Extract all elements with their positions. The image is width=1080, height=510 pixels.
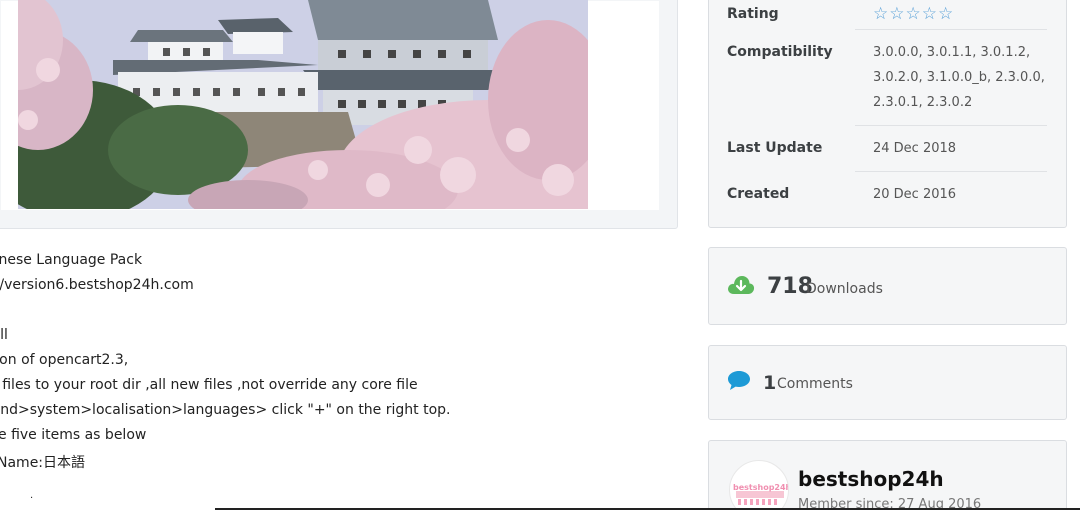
divider [855,171,1047,172]
compatibility-line: 3.0.2.0, 3.1.0.0_b, 2.3.0.0, [873,70,1045,85]
comment-icon [727,370,751,396]
comments-count: 1 [763,372,777,394]
divider [855,125,1047,126]
author-name[interactable]: bestshop24h [798,467,944,491]
created-value: 20 Dec 2016 [873,187,957,202]
description-line: kend>system>localisation>languages> clic… [0,402,451,418]
last-update-value: 24 Dec 2018 [873,141,957,156]
compatibility-label: Compatibility [727,44,833,60]
downloads-label: Downloads [806,281,883,297]
compatibility-value: 3.0.0.0, 3.0.1.1, 3.0.1.2, 3.0.2.0, 3.1.… [873,40,1053,115]
rating-label: Rating [727,6,779,22]
description-line: tall [0,327,8,343]
created-label: Created [727,186,790,202]
description-line: sion of opencart2.3, [0,352,129,368]
product-image[interactable] [18,0,588,209]
rating-stars[interactable]: ☆☆☆☆☆ [873,4,954,24]
last-update-label: Last Update [727,140,823,156]
avatar[interactable]: bestshop24h [729,460,789,510]
description-line: ll files to your root dir ,all new files… [0,377,418,393]
description-line: Name:日本語 [0,455,86,471]
cloud-download-icon [727,274,755,300]
avatar-logo-text: bestshop24h [733,483,789,492]
downloads-panel: 718 Downloads [708,247,1067,325]
compatibility-line: 2.3.0.1, 2.3.0.2 [873,95,973,110]
description-line: panese Language Pack [0,252,143,268]
description-cut-off-marker: . [30,490,34,501]
comments-label[interactable]: Comments [777,376,853,392]
compatibility-line: 3.0.0.0, 3.0.1.1, 3.0.1.2, [873,45,1031,60]
extension-info-panel: Rating ☆☆☆☆☆ Compatibility 3.0.0.0, 3.0.… [708,0,1067,228]
description-line: ://version6.bestshop24h.com [0,277,194,293]
description-line: e five items as below [0,427,147,443]
divider [855,29,1047,30]
author-panel: bestshop24h bestshop24h Member since: 27… [708,440,1067,510]
comments-panel[interactable]: 1 Comments [708,345,1067,420]
